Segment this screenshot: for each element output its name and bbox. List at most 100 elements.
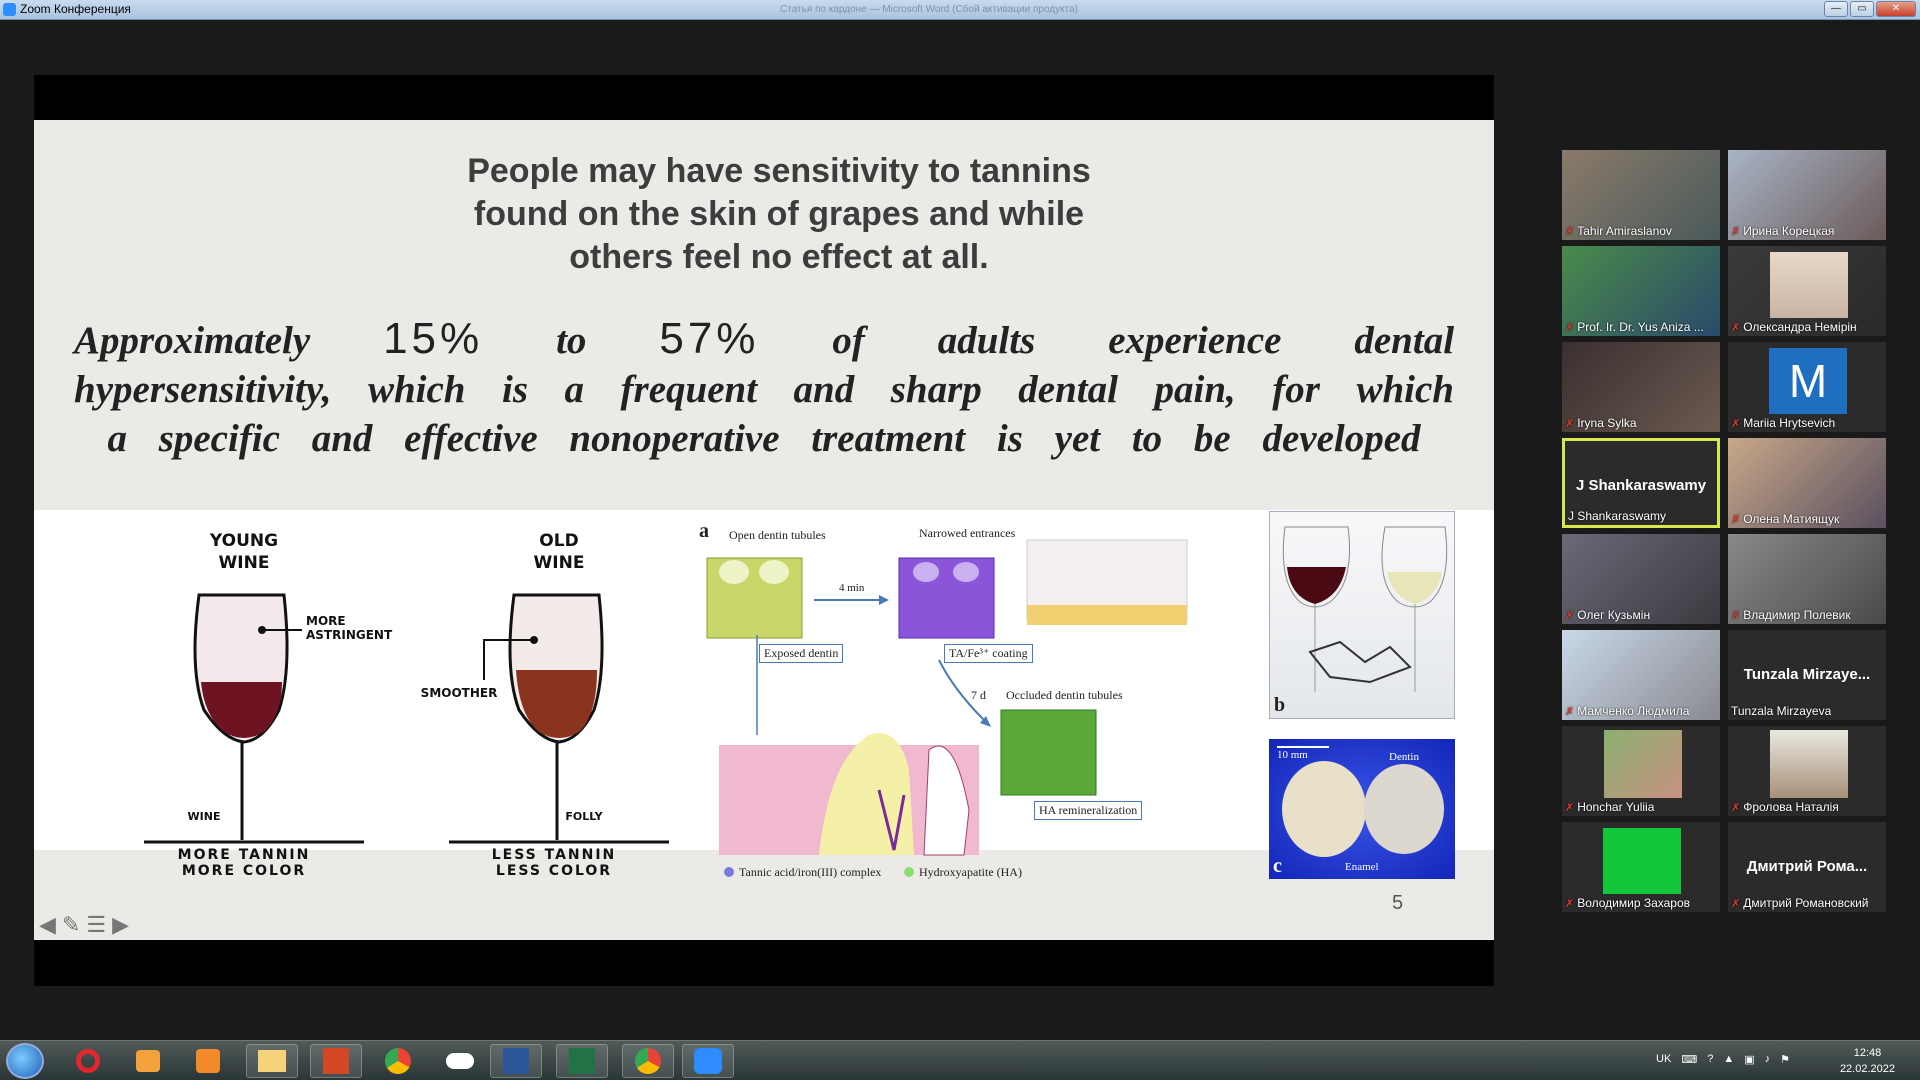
legend-tannic-acid: Tannic acid/iron(III) complex (739, 865, 882, 879)
heading-line: People may have sensitivity to tannins (467, 152, 1091, 190)
participant-tile[interactable]: ✗ Олег Кузьмін (1562, 534, 1720, 624)
language-indicator[interactable]: UK (1656, 1053, 1671, 1066)
participant-name-label: Tunzala Mirzayeva (1731, 704, 1831, 718)
slide-navigation: ◀ ✎ ☰ ▶ (39, 912, 129, 938)
help-icon[interactable]: ? (1707, 1053, 1713, 1066)
young-wine-title: YOUNG WINE (209, 531, 279, 573)
start-button[interactable] (6, 1043, 44, 1079)
powerpoint-icon[interactable] (310, 1044, 362, 1078)
flag-icon[interactable]: ⚑ (1780, 1053, 1790, 1066)
participant-tile[interactable]: M ✗ Mariia Hrytsevich (1728, 342, 1886, 432)
wine-illustration: YOUNG WINE OLD WINE MORE ASTRINGENT SMOO… (64, 510, 714, 879)
word-icon[interactable] (490, 1044, 542, 1078)
participant-name: Фролова Наталія (1743, 800, 1839, 814)
previous-slide-icon[interactable]: ◀ (39, 912, 56, 938)
smoother-label: SMOOTHER (420, 686, 498, 700)
narrowed-label: Narrowed entrances (919, 526, 1016, 540)
participant-photo (1604, 730, 1682, 798)
participant-name-label: ✗ Володимир Захаров (1565, 896, 1690, 910)
participant-tile[interactable]: ✗ Мамченко Людмила (1562, 630, 1720, 720)
chrome-icon[interactable] (372, 1044, 424, 1078)
opera-icon[interactable] (62, 1044, 114, 1078)
participant-name: Prof. Ir. Dr. Yus Aniza ... (1577, 320, 1704, 334)
participant-display-name: J Shankaraswamy (1575, 477, 1707, 494)
participant-name-label: ✗ Prof. Ir. Dr. Yus Aniza ... (1565, 320, 1704, 334)
body-text-to: to (556, 319, 587, 362)
chrome-icon[interactable] (622, 1044, 674, 1078)
wine-glasses-photo: b (1269, 511, 1455, 719)
media-player-icon[interactable] (122, 1044, 174, 1078)
menu-icon[interactable]: ☰ (86, 912, 106, 938)
exposed-dentin-label: Exposed dentin (759, 644, 844, 663)
participant-name: Олег Кузьмін (1577, 608, 1651, 622)
participant-tile[interactable]: Дмитрий Рома... ✗ Дмитрий Романовский (1728, 822, 1886, 912)
participant-name: Tunzala Mirzayeva (1731, 704, 1832, 718)
occluded-label: Occluded dentin tubules (1006, 688, 1123, 702)
pen-icon[interactable]: ✎ (62, 912, 80, 938)
volume-icon[interactable]: ♪ (1765, 1053, 1771, 1066)
network-icon[interactable]: ▣ (1744, 1053, 1754, 1066)
next-slide-icon[interactable]: ▶ (112, 912, 129, 938)
participant-name: Iryna Sylka (1577, 416, 1637, 430)
excel-icon[interactable] (556, 1044, 608, 1078)
paint-icon[interactable] (182, 1044, 234, 1078)
participant-display-name: Дмитрий Рома... (1746, 858, 1868, 875)
participant-name: Honchar Yuliia (1577, 800, 1655, 814)
participant-tile[interactable]: ✗ Honchar Yuliia (1562, 726, 1720, 816)
old-wine-caption: LESS TANNIN LESS COLOR (491, 847, 617, 879)
body-text-pre: Approximately (74, 319, 311, 362)
panel-b-label: b (1274, 694, 1286, 716)
heading-line: others feel no effect at all. (569, 238, 989, 276)
participant-tile[interactable]: ✗ Олександра Немірін (1728, 246, 1886, 336)
dentin-diagram-drawing (706, 539, 1188, 877)
taskbar-clock[interactable]: 12:48 22.02.2022 (1840, 1045, 1895, 1077)
muted-mic-icon: ✗ (1731, 897, 1741, 910)
participant-name-label: ✗ Tahir Amiraslanov (1565, 224, 1672, 238)
participant-tile[interactable]: ✗ Владимир Полевик (1728, 534, 1886, 624)
maximize-button[interactable]: ▭ (1850, 1, 1874, 17)
percentage-high: 57% (659, 314, 760, 363)
keyboard-icon[interactable]: ⌨ (1681, 1053, 1697, 1066)
participant-tile[interactable]: ✗ Prof. Ir. Dr. Yus Aniza ... (1562, 246, 1720, 336)
participant-tile[interactable]: ✗ Iryna Sylka (1562, 342, 1720, 432)
slide-heading: People may have sensitivity to tannins f… (334, 150, 1224, 279)
wine-glasses-drawing (144, 593, 669, 844)
onedrive-icon[interactable] (434, 1044, 486, 1078)
avatar (1603, 828, 1681, 894)
show-hidden-icon[interactable]: ▲ (1723, 1053, 1734, 1066)
participant-photo (1770, 730, 1848, 798)
close-button[interactable]: ✕ (1876, 1, 1916, 17)
participant-name-label: ✗ Iryna Sylka (1565, 416, 1637, 430)
participant-name-label: ✗ Олег Кузьмін (1565, 608, 1650, 622)
participant-tile[interactable]: ✗ Олена Матиящук (1728, 438, 1886, 528)
participant-tile[interactable]: ✗ Ирина Корецкая (1728, 150, 1886, 240)
presentation-slide: People may have sensitivity to tannins f… (34, 120, 1494, 940)
dentin-treatment-diagram: a Open dentin tubules Narrowed entrances… (699, 510, 1299, 910)
minimize-button[interactable]: — (1824, 1, 1848, 17)
participant-name-label: ✗ Мамченко Людмила (1565, 704, 1689, 718)
participant-tile[interactable]: Tunzala Mirzaye... Tunzala Mirzayeva (1728, 630, 1886, 720)
participant-tile-active-speaker[interactable]: J Shankaraswamy J Shankaraswamy (1562, 438, 1720, 528)
windows-taskbar: UK ⌨ ? ▲ ▣ ♪ ⚑ 12:48 22.02.2022 (0, 1040, 1920, 1080)
participant-name-label: ✗ Владимир Полевик (1731, 608, 1851, 622)
participant-tile[interactable]: ✗ Фролова Наталія (1728, 726, 1886, 816)
participant-name: J Shankaraswamy (1568, 509, 1667, 523)
muted-mic-icon: ✗ (1731, 225, 1741, 238)
panel-c-label: c (1273, 855, 1282, 877)
zoom-app-icon (3, 3, 16, 16)
slide-page-number: 5 (1392, 892, 1404, 914)
scale-label: 10 mm (1277, 749, 1308, 761)
system-tray: UK ⌨ ? ▲ ▣ ♪ ⚑ (1656, 1053, 1790, 1066)
participant-name: Олександра Немірін (1743, 320, 1857, 334)
participant-name: Олена Матиящук (1743, 512, 1840, 526)
file-explorer-icon[interactable] (246, 1044, 298, 1078)
background-window-title: Статья по кардоне — Microsoft Word (Сбой… (780, 4, 1078, 15)
folly-label: FOLLY (565, 810, 603, 823)
more-astringent-label: MORE ASTRINGENT (306, 614, 393, 642)
participant-tile[interactable]: ✗ Володимир Захаров (1562, 822, 1720, 912)
zoom-icon[interactable] (682, 1044, 734, 1078)
open-dentin-label: Open dentin tubules (729, 528, 826, 542)
muted-mic-icon: ✗ (1565, 897, 1575, 910)
muted-mic-icon: ✗ (1731, 321, 1741, 334)
participant-tile[interactable]: ✗ Tahir Amiraslanov (1562, 150, 1720, 240)
